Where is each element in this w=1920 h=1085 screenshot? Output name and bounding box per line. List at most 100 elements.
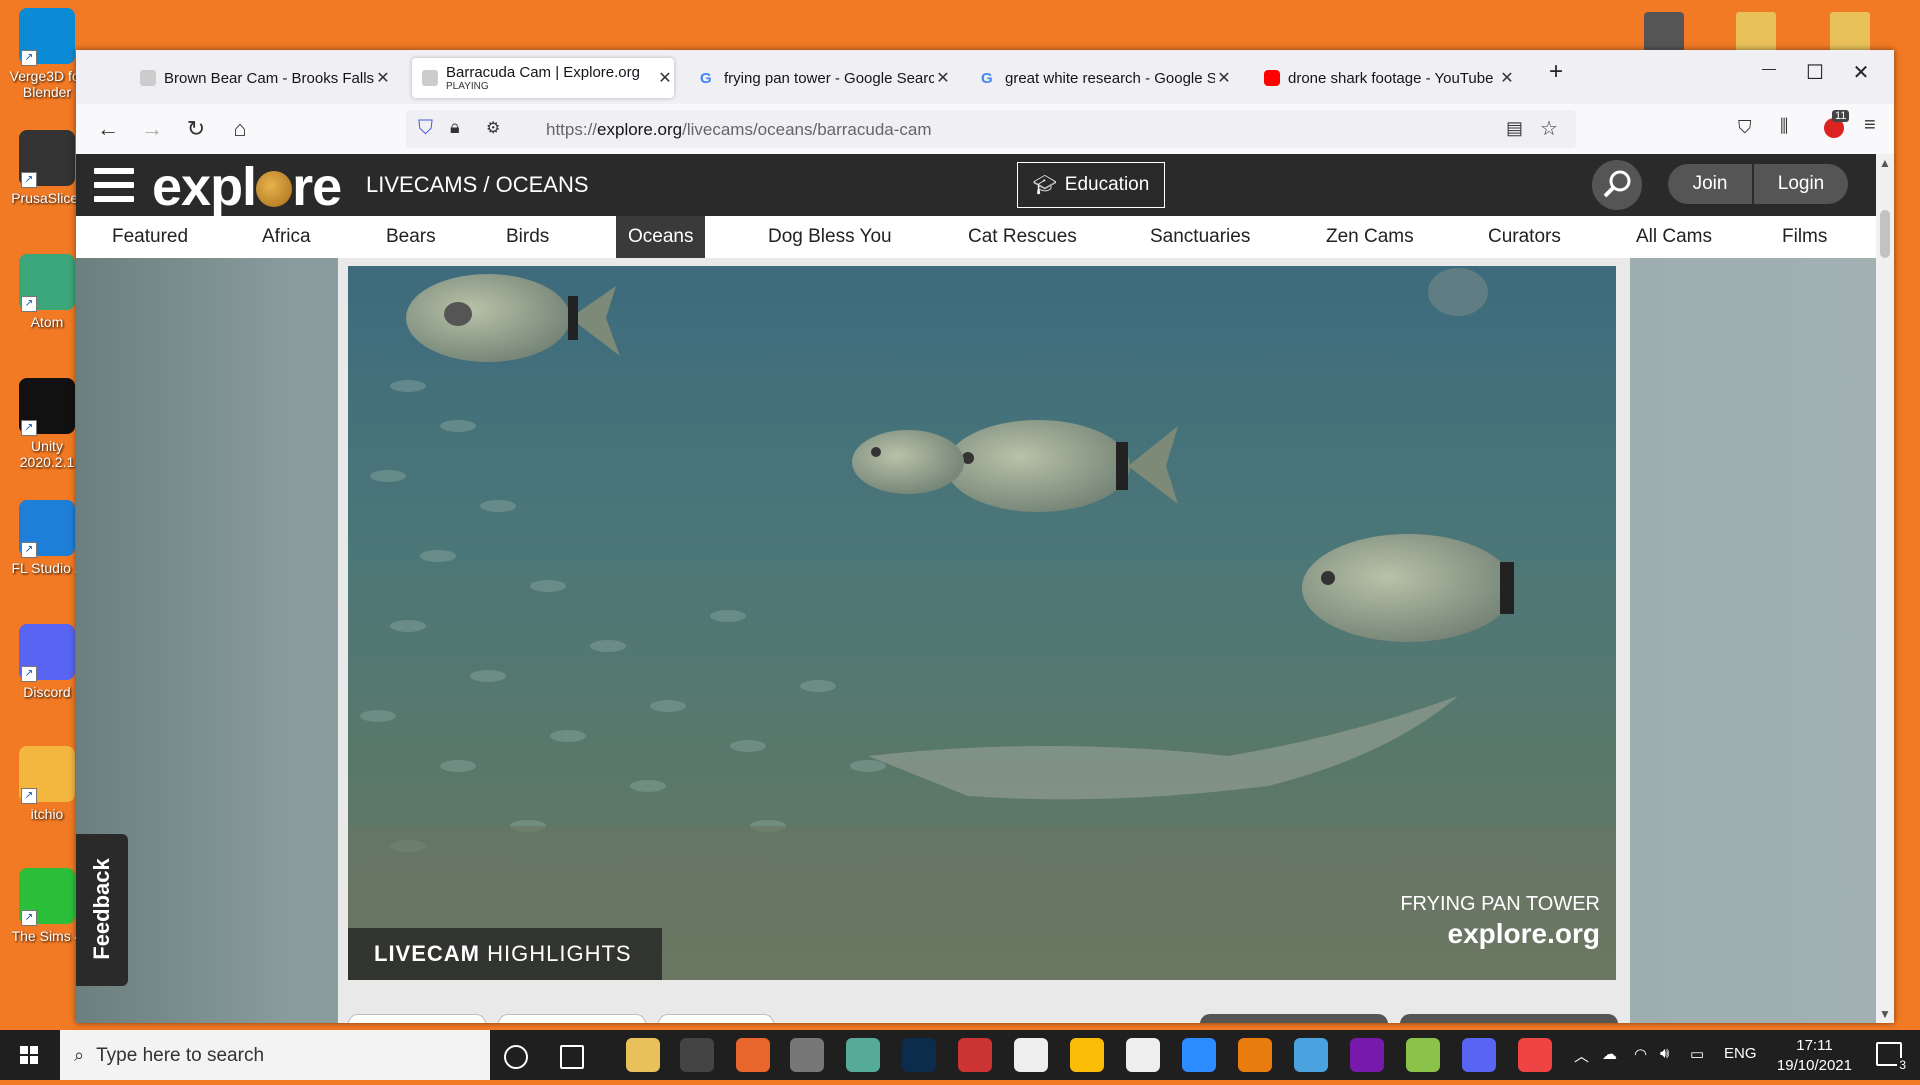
app-icon[interactable] <box>958 1038 992 1072</box>
task-view-icon[interactable] <box>560 1045 584 1069</box>
app-icon[interactable] <box>1406 1038 1440 1072</box>
page-scrollbar[interactable]: ▲ ▼ <box>1876 154 1894 1023</box>
tab-great-white-search[interactable]: G great white research - Google S ✕ <box>971 58 1233 98</box>
category-films[interactable]: Films <box>1770 216 1839 258</box>
bookmark-star-icon[interactable]: ☆ <box>1540 116 1558 141</box>
close-tab-icon[interactable]: ✕ <box>374 68 392 88</box>
file-explorer-icon[interactable] <box>626 1038 660 1072</box>
app-icon[interactable] <box>1518 1038 1552 1072</box>
video-action-button[interactable] <box>1200 1014 1388 1023</box>
category-featured[interactable]: Featured <box>100 216 200 258</box>
notification-center-button[interactable]: 3 <box>1876 1042 1908 1072</box>
category-cat-rescues[interactable]: Cat Rescues <box>956 216 1089 258</box>
scroll-down-icon[interactable]: ▼ <box>1876 1007 1894 1021</box>
show-hidden-icons[interactable]: ︿ <box>1574 1045 1589 1066</box>
blender-icon[interactable] <box>1238 1038 1272 1072</box>
join-button[interactable]: Join <box>1668 164 1752 204</box>
category-birds[interactable]: Birds <box>494 216 561 258</box>
breadcrumb[interactable]: LIVECAMS / OCEANS <box>366 172 589 198</box>
category-all-cams[interactable]: All Cams <box>1624 216 1724 258</box>
tab-barracuda-cam[interactable]: Barracuda Cam | Explore.org PLAYING ✕ <box>412 58 674 98</box>
language-indicator[interactable]: ENG <box>1724 1045 1757 1062</box>
itchio-icon: ↗ <box>19 746 75 804</box>
video-tab-button[interactable] <box>658 1014 774 1023</box>
app-icon[interactable] <box>846 1038 880 1072</box>
minimize-button[interactable]: — <box>1746 60 1792 76</box>
start-button[interactable] <box>0 1030 58 1080</box>
forward-button[interactable]: → <box>137 116 167 142</box>
search-icon: ⌕ <box>74 1045 85 1065</box>
address-bar[interactable]: ⛉ 🔒︎ ⚙ https://explore.org/livecams/ocea… <box>406 110 1576 148</box>
app-icon[interactable] <box>1294 1038 1328 1072</box>
login-button[interactable]: Login <box>1754 164 1848 204</box>
wifi-icon[interactable]: ◠ <box>1634 1045 1647 1063</box>
zoom-icon[interactable] <box>1182 1038 1216 1072</box>
url-text[interactable]: https://explore.org/livecams/oceans/barr… <box>546 120 932 140</box>
folder-icon[interactable] <box>1736 12 1776 52</box>
tab-frying-pan-search[interactable]: G frying pan tower - Google Search ✕ <box>690 58 952 98</box>
maximize-button[interactable]: ☐ <box>1792 60 1838 85</box>
volume-icon[interactable]: 🔊︎ <box>1660 1045 1669 1062</box>
category-dog-bless-you[interactable]: Dog Bless You <box>756 216 904 258</box>
category-africa[interactable]: Africa <box>250 216 323 258</box>
atom-icon: ↗ <box>19 254 75 312</box>
onedrive-icon[interactable]: ☁ <box>1602 1045 1617 1063</box>
desktop-file-icon[interactable] <box>1644 12 1684 52</box>
library-icon[interactable]: ⫼ <box>1780 116 1788 137</box>
unity-icon[interactable] <box>1126 1038 1160 1072</box>
firefox-icon[interactable] <box>736 1038 770 1072</box>
category-curators[interactable]: Curators <box>1476 216 1573 258</box>
back-button[interactable]: ← <box>93 116 123 142</box>
itunes-icon[interactable] <box>1014 1038 1048 1072</box>
tab-drone-shark-youtube[interactable]: drone shark footage - YouTube ✕ <box>1254 58 1516 98</box>
video-tab-button[interactable] <box>498 1014 646 1023</box>
davinci-icon[interactable] <box>680 1038 714 1072</box>
tracking-shield-icon[interactable]: ⛉ <box>418 117 433 140</box>
fish-school <box>360 380 886 852</box>
category-oceans[interactable]: Oceans <box>616 216 706 258</box>
category-zen-cams[interactable]: Zen Cams <box>1314 216 1426 258</box>
clock[interactable]: 17:11 19/10/2021 <box>1777 1036 1852 1076</box>
hamburger-menu-icon[interactable] <box>94 168 134 202</box>
category-bears[interactable]: Bears <box>374 216 448 258</box>
scroll-thumb[interactable] <box>1880 210 1890 258</box>
new-tab-button[interactable]: + <box>1533 58 1579 86</box>
shortcut-arrow-icon: ↗ <box>21 542 37 558</box>
chrome-icon[interactable] <box>1070 1038 1104 1072</box>
category-sanctuaries[interactable]: Sanctuaries <box>1138 216 1262 258</box>
close-tab-icon[interactable]: ✕ <box>1498 68 1516 88</box>
permissions-icon[interactable]: ⚙ <box>486 118 500 138</box>
onenote-icon[interactable] <box>1350 1038 1384 1072</box>
battery-icon[interactable]: ▭ <box>1690 1045 1704 1063</box>
task-view-icon[interactable] <box>504 1045 528 1069</box>
browser-window: Brown Bear Cam - Brooks Falls in ✕ Barra… <box>76 50 1894 1023</box>
video-frame: LIVECAM HIGHLIGHTS FRYING PAN TOWER expl… <box>338 258 1630 1023</box>
close-tab-icon[interactable]: ✕ <box>1215 68 1233 88</box>
tab-brown-bear-cam[interactable]: Brown Bear Cam - Brooks Falls in ✕ <box>130 58 392 98</box>
feedback-tab[interactable]: Feedback <box>76 834 128 986</box>
photoshop-icon[interactable] <box>902 1038 936 1072</box>
pocket-icon[interactable]: ⛉ <box>1738 117 1752 138</box>
app-icon[interactable] <box>790 1038 824 1072</box>
livecam-video[interactable]: LIVECAM HIGHLIGHTS FRYING PAN TOWER expl… <box>348 266 1616 980</box>
menu-icon[interactable]: ≡ <box>1864 114 1876 137</box>
reader-view-icon[interactable]: ▤ <box>1506 118 1523 139</box>
reload-button[interactable]: ↻ <box>181 116 211 142</box>
lock-icon[interactable]: 🔒︎ <box>450 117 460 138</box>
explore-logo[interactable]: expl re <box>152 156 342 218</box>
video-action-button[interactable] <box>1400 1014 1618 1023</box>
taskbar-search-box[interactable]: ⌕ Type here to search <box>60 1030 490 1080</box>
education-button[interactable]: 🎓︎ Education <box>1017 162 1165 208</box>
close-tab-icon[interactable]: ✕ <box>934 68 952 88</box>
explore-favicon <box>422 70 438 86</box>
search-placeholder: Type here to search <box>96 1045 265 1066</box>
close-tab-icon[interactable]: ✕ <box>656 68 674 88</box>
category-nav: Featured Africa Bears Birds Oceans Dog Bless … <box>76 216 1894 258</box>
scroll-up-icon[interactable]: ▲ <box>1876 156 1894 170</box>
discord-icon[interactable] <box>1462 1038 1496 1072</box>
video-tab-button[interactable] <box>348 1014 486 1023</box>
search-button[interactable] <box>1592 160 1642 210</box>
folder-icon[interactable] <box>1830 12 1870 52</box>
home-button[interactable]: ⌂ <box>225 116 255 142</box>
close-window-button[interactable]: ✕ <box>1838 60 1884 85</box>
